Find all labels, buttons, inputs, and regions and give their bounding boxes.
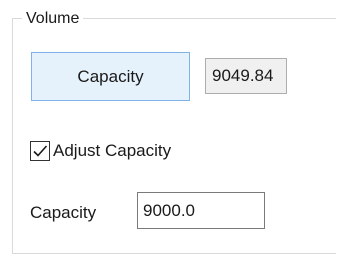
checkbox-checked-icon[interactable] xyxy=(30,141,50,161)
capacity-input[interactable] xyxy=(137,192,265,229)
volume-group-title: Volume xyxy=(22,10,84,28)
computed-capacity-field: 9049.84 xyxy=(205,58,287,94)
checkmark-icon xyxy=(33,145,48,157)
capacity-button[interactable]: Capacity xyxy=(31,52,190,101)
adjust-capacity-label: Adjust Capacity xyxy=(53,141,172,160)
capacity-field-label: Capacity xyxy=(30,203,97,222)
adjust-capacity-checkbox[interactable]: Adjust Capacity xyxy=(30,138,171,164)
